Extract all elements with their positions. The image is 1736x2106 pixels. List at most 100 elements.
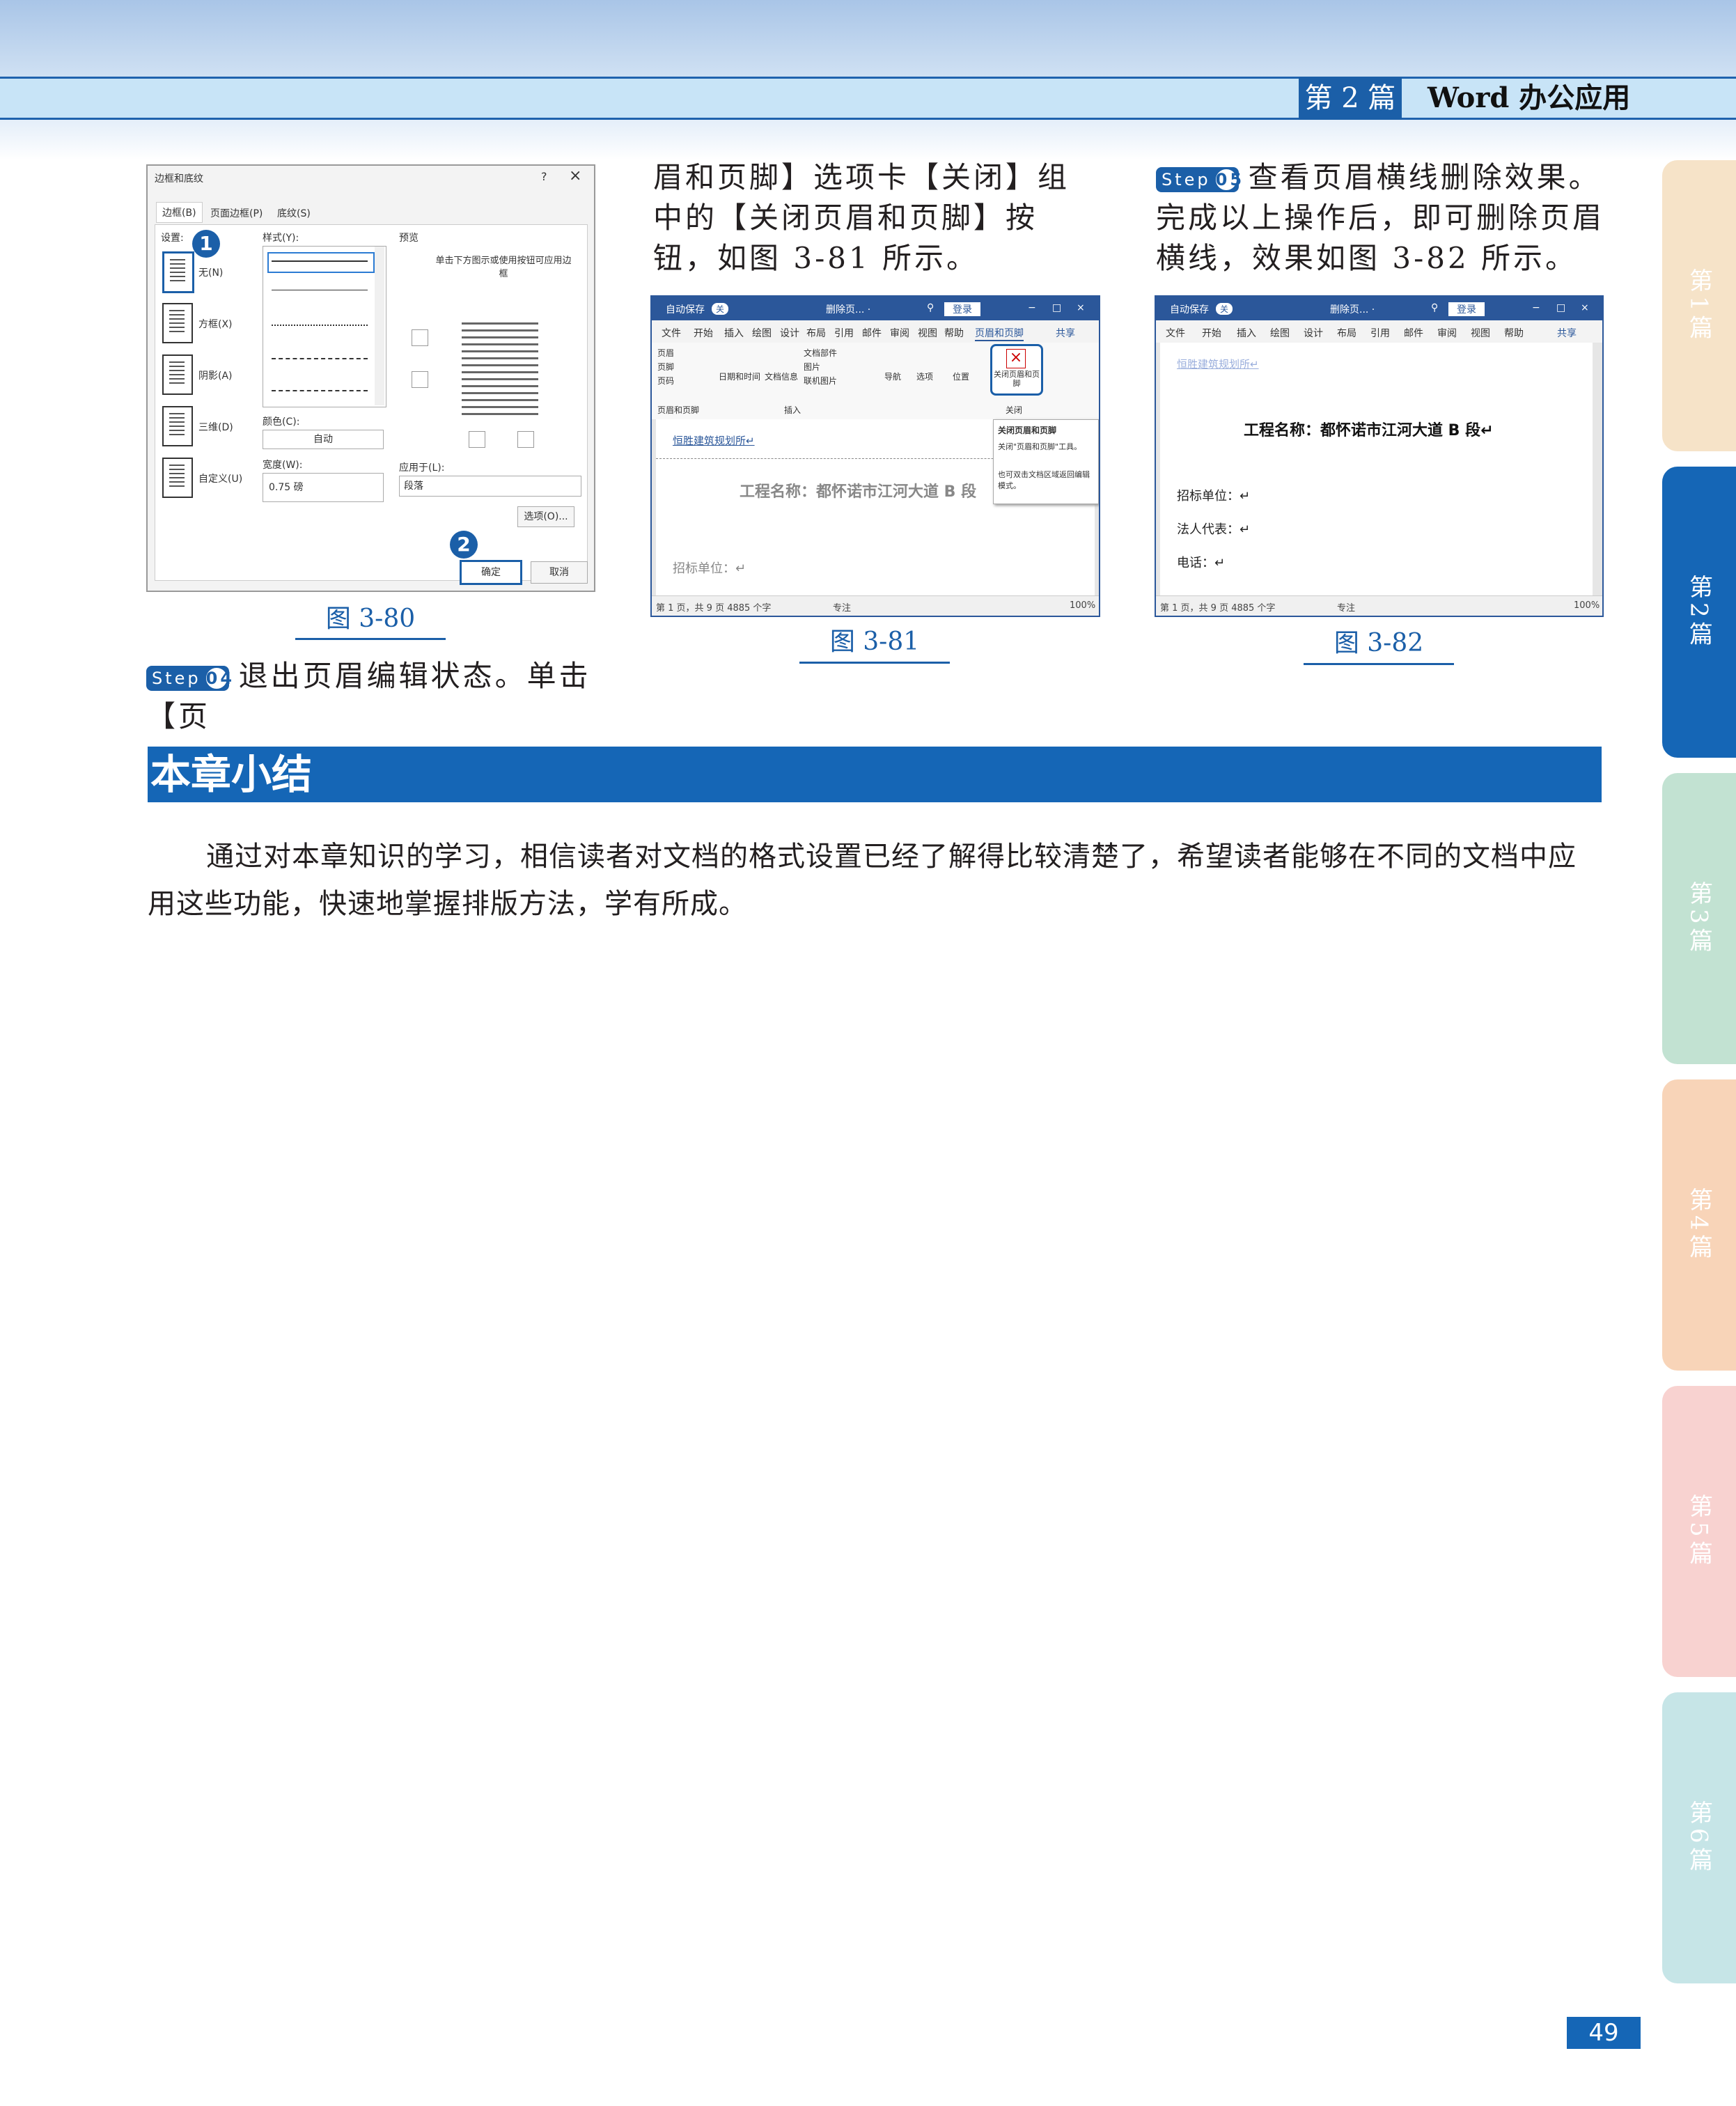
close-icon[interactable]: × — [1077, 302, 1085, 313]
left-border-button[interactable] — [469, 431, 485, 448]
login-button[interactable]: 登录 — [1448, 302, 1485, 316]
menu-file[interactable]: 文件 — [1166, 326, 1185, 340]
zoom-level[interactable]: 100% — [1574, 600, 1600, 611]
setting-shadow[interactable]: 阴影(A) — [198, 368, 233, 382]
menu-header-footer[interactable]: 页眉和页脚 — [975, 326, 1024, 341]
maximize-icon[interactable]: □ — [1052, 302, 1061, 313]
online-pictures-button[interactable]: 联机图片 — [804, 375, 837, 387]
setting-box[interactable]: 方框(X) — [198, 317, 233, 331]
side-tab-part-2[interactable]: 第2篇 — [1662, 467, 1736, 758]
dialog-title: 边框和底纹 — [155, 173, 203, 185]
focus-mode[interactable]: 专注 — [1337, 600, 1355, 614]
header-text[interactable]: 恒胜建筑规划所↵ — [1177, 357, 1259, 371]
menu-home[interactable]: 开始 — [1202, 326, 1221, 340]
side-tab-part-6[interactable]: 第6篇 — [1662, 1692, 1736, 1983]
maximize-icon[interactable]: □ — [1556, 302, 1565, 313]
title-bar: 自动保存 关 删除页... · ⚲ 登录 − □ × — [1156, 297, 1602, 320]
color-select[interactable]: 自动 — [263, 430, 384, 449]
menu-view[interactable]: 视图 — [1471, 326, 1490, 340]
document-area[interactable]: 恒胜建筑规划所↵ 工程名称：都怀诺市江河大道 B 段↵ 招标单位：↵ 法人代表：… — [1156, 343, 1602, 596]
preview-page[interactable] — [462, 322, 538, 420]
tab-borders[interactable]: 边框(B) — [156, 202, 203, 223]
menu-references[interactable]: 引用 — [834, 326, 854, 340]
status-bar: 第 1 页，共 9 页 4885 个字 专注 100% — [652, 595, 1099, 616]
close-header-footer-button[interactable]: × 关闭页眉和页脚 — [990, 344, 1043, 396]
width-select[interactable]: 0.75 磅 — [263, 473, 384, 502]
autosave-toggle[interactable]: 关 — [712, 303, 729, 315]
menu-draw[interactable]: 绘图 — [752, 326, 772, 340]
navigation-button[interactable]: 导航 — [884, 370, 901, 382]
menu-insert[interactable]: 插入 — [1237, 326, 1256, 340]
zoom-level[interactable]: 100% — [1070, 600, 1095, 611]
menu-help[interactable]: 帮助 — [1504, 326, 1524, 340]
position-button[interactable]: 位置 — [953, 370, 969, 382]
setting-custom-icon[interactable] — [162, 458, 193, 498]
borders-dialog-screenshot: 边框和底纹 ? × 边框(B) 页面边框(P) 底纹(S) 设置: 无(N) 方… — [146, 164, 595, 592]
ok-button[interactable]: 确定 — [460, 560, 522, 585]
close-icon[interactable]: × — [1581, 302, 1589, 313]
menu-review[interactable]: 审阅 — [890, 326, 909, 340]
menu-draw[interactable]: 绘图 — [1270, 326, 1290, 340]
cancel-button[interactable]: 取消 — [531, 561, 588, 584]
setting-none-icon[interactable] — [162, 251, 194, 293]
setting-3d[interactable]: 三维(D) — [198, 420, 233, 434]
figure-caption-3-80: 图 3-80 — [295, 600, 446, 640]
menu-file[interactable]: 文件 — [662, 326, 681, 340]
side-tab-part-4[interactable]: 第4篇 — [1662, 1079, 1736, 1371]
tab-shading[interactable]: 底纹(S) — [273, 205, 315, 221]
menu-mailings[interactable]: 邮件 — [862, 326, 882, 340]
minimize-icon[interactable]: − — [1028, 302, 1036, 313]
menu-view[interactable]: 视图 — [918, 326, 937, 340]
style-list[interactable] — [263, 246, 386, 407]
word-header-footer-screenshot: 自动保存 关 删除页... · ⚲ 登录 − □ × 文件 开始 插入 绘图 设… — [650, 295, 1100, 617]
page-number-dropdown[interactable]: 页码 — [657, 375, 674, 387]
header-text[interactable]: 恒胜建筑规划所↵ — [673, 433, 755, 448]
menu-design[interactable]: 设计 — [1304, 326, 1323, 340]
header-dropdown[interactable]: 页眉 — [657, 347, 674, 359]
menu-insert[interactable]: 插入 — [724, 326, 744, 340]
pictures-button[interactable]: 图片 — [804, 361, 820, 373]
doc-info-button[interactable]: 文档信息 — [765, 370, 798, 382]
setting-custom[interactable]: 自定义(U) — [198, 471, 242, 485]
menu-home[interactable]: 开始 — [694, 326, 713, 340]
setting-box-icon[interactable] — [162, 303, 193, 343]
group-insert: 插入 — [784, 405, 801, 415]
top-border-button[interactable] — [412, 329, 428, 346]
share-button[interactable]: 共享 — [1056, 326, 1075, 340]
side-tab-part-5[interactable]: 第5篇 — [1662, 1386, 1736, 1677]
menu-references[interactable]: 引用 — [1370, 326, 1390, 340]
page-number: 49 — [1567, 2017, 1641, 2049]
menu-design[interactable]: 设计 — [780, 326, 799, 340]
focus-mode[interactable]: 专注 — [833, 600, 851, 614]
tab-page-border[interactable]: 页面边框(P) — [206, 205, 267, 221]
footer-dropdown[interactable]: 页脚 — [657, 361, 674, 373]
setting-shadow-icon[interactable] — [162, 354, 193, 395]
share-button[interactable]: 共享 — [1557, 326, 1577, 340]
quick-parts-button[interactable]: 文档部件 — [804, 347, 837, 359]
options-button[interactable]: 选项 — [916, 370, 933, 382]
help-icon[interactable]: ? — [541, 170, 547, 183]
middle-border-button[interactable] — [412, 371, 428, 388]
menu-review[interactable]: 审阅 — [1437, 326, 1457, 340]
setting-3d-icon[interactable] — [162, 406, 193, 446]
menu-mailings[interactable]: 邮件 — [1404, 326, 1423, 340]
close-icon[interactable]: × — [569, 167, 581, 185]
options-button[interactable]: 选项(O)... — [517, 506, 574, 527]
autosave-toggle[interactable]: 关 — [1216, 303, 1233, 315]
date-time-button[interactable]: 日期和时间 — [719, 370, 760, 382]
menu-layout[interactable]: 布局 — [1337, 326, 1356, 340]
search-icon[interactable]: ⚲ — [927, 302, 934, 313]
right-border-button[interactable] — [517, 431, 534, 448]
search-icon[interactable]: ⚲ — [1431, 302, 1438, 313]
setting-none[interactable]: 无(N) — [198, 265, 223, 279]
login-button[interactable]: 登录 — [944, 302, 980, 316]
menu-layout[interactable]: 布局 — [806, 326, 826, 340]
menu-help[interactable]: 帮助 — [944, 326, 964, 340]
minimize-icon[interactable]: − — [1532, 302, 1540, 313]
status-bar: 第 1 页，共 9 页 4885 个字 专注 100% — [1156, 595, 1602, 616]
apply-to-select[interactable]: 段落 — [399, 476, 581, 497]
side-tab-part-1[interactable]: 第1篇 — [1662, 160, 1736, 451]
side-tab-part-3[interactable]: 第3篇 — [1662, 773, 1736, 1064]
close-x-icon: × — [1006, 349, 1026, 368]
part-label: 第 2 篇 — [1299, 77, 1402, 120]
